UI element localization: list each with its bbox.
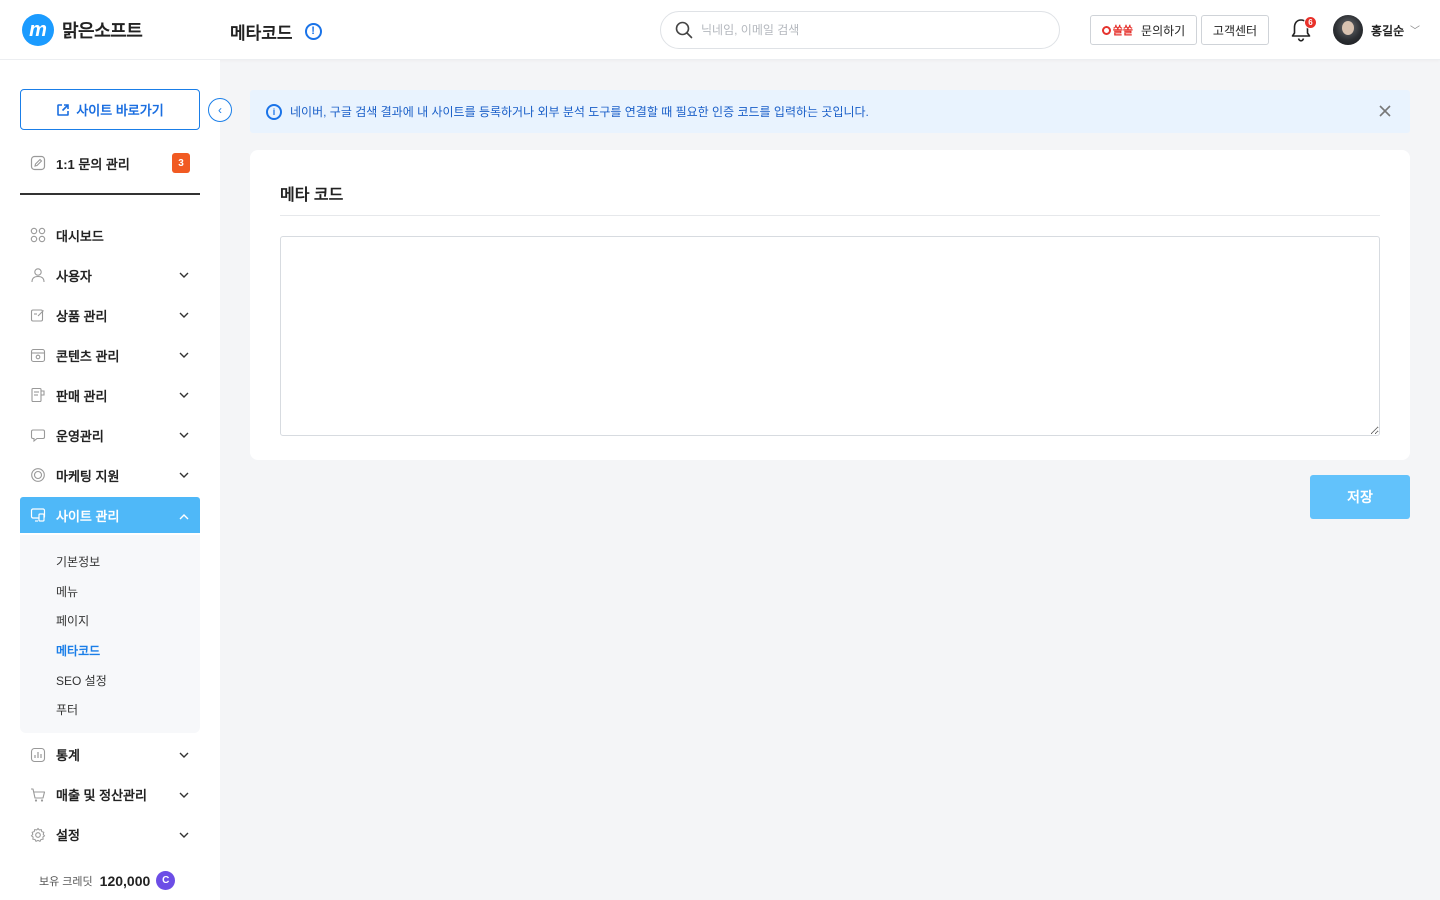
info-icon[interactable]: ! <box>304 23 322 40</box>
sidebar-item-revenue-settlement[interactable]: 매출 및 정산관리 <box>20 775 200 815</box>
sidebar-item-label: 사용자 <box>56 268 92 284</box>
sidebar-item-label: 운영관리 <box>56 428 104 444</box>
logo[interactable]: m 맑은소프트 <box>22 14 143 46</box>
card-title: 메타 코드 <box>280 187 344 204</box>
sidebar-item-products[interactable]: 상품 관리 <box>20 295 200 335</box>
credit-amount: 120,000 <box>99 872 151 889</box>
submenu-footer[interactable]: 푸터 <box>20 695 200 725</box>
inquiry-button[interactable]: 쏠쏠 문의하기 <box>1090 15 1197 45</box>
sidebar-collapse-button[interactable]: ‹ <box>208 98 232 122</box>
chat-icon <box>30 427 46 443</box>
sidebar-divider <box>20 193 200 195</box>
info-icon: i <box>266 103 282 120</box>
support-center-button[interactable]: 고객센터 <box>1201 15 1269 45</box>
search-icon <box>675 21 693 39</box>
sidebar-item-statistics[interactable]: 통계 <box>20 735 200 775</box>
inquiry-button-label: 문의하기 <box>1141 23 1186 38</box>
close-icon[interactable] <box>1376 102 1394 120</box>
logo-mark-icon: m <box>22 14 54 46</box>
chevron-down-icon <box>179 352 189 358</box>
settings-icon <box>30 827 46 843</box>
inquiry-count-badge: 3 <box>172 153 190 173</box>
site-management-submenu: 기본정보 메뉴 페이지 메타코드 SEO 설정 푸터 <box>20 535 200 733</box>
credit-coin-icon: C <box>156 871 176 890</box>
avatar[interactable] <box>1333 15 1363 45</box>
save-button[interactable]: 저장 <box>1310 475 1410 519</box>
pencil-icon <box>30 155 46 171</box>
chevron-down-icon <box>179 792 189 798</box>
info-notice: i 네이버, 구글 검색 결과에 내 사이트를 등록하거나 외부 분석 도구를 … <box>250 90 1410 133</box>
credit-label: 보유 크레딧 <box>39 875 93 888</box>
logo-text: 맑은소프트 <box>62 21 143 41</box>
inquiry-brand: 쏠쏠 <box>1101 22 1133 38</box>
meta-code-textarea[interactable] <box>280 236 1380 436</box>
chevron-down-icon <box>179 272 189 278</box>
notification-badge: 6 <box>1304 16 1317 29</box>
chevron-down-icon <box>179 312 189 318</box>
user-icon <box>30 267 46 283</box>
submenu-page[interactable]: 페이지 <box>20 606 200 636</box>
meta-code-card: 메타 코드 <box>250 150 1410 460</box>
sidebar-item-label: 마케팅 지원 <box>56 468 120 484</box>
sidebar-nav: 대시보드 사용자 상품 관리 콘텐츠 관리 판매 관리 운영관리 마케팅 지원 … <box>20 215 200 855</box>
sidebar-item-marketing[interactable]: 마케팅 지원 <box>20 455 200 495</box>
target-icon <box>30 467 46 483</box>
support-center-label: 고객센터 <box>1212 23 1258 38</box>
sidebar-item-label: 매출 및 정산관리 <box>56 788 147 804</box>
sidebar-item-label: 설정 <box>56 828 80 844</box>
chart-icon <box>30 747 46 763</box>
sidebar-item-settings[interactable]: 설정 <box>20 815 200 855</box>
chevron-down-icon <box>179 752 189 758</box>
sidebar-item-label: 통계 <box>56 748 80 764</box>
sidebar-item-label: 상품 관리 <box>56 308 108 324</box>
sidebar-item-content[interactable]: 콘텐츠 관리 <box>20 335 200 375</box>
cart-icon <box>30 787 46 803</box>
sidebar-item-operations[interactable]: 운영관리 <box>20 415 200 455</box>
chevron-down-icon <box>179 392 189 398</box>
sidebar-item-label: 대시보드 <box>56 228 104 244</box>
submenu-menu[interactable]: 메뉴 <box>20 577 200 607</box>
sidebar: 사이트 바로가기 ‹ 1:1 문의 관리 3 대시보드 사용자 상품 관리 콘텐… <box>0 60 232 900</box>
sidebar-item-label: 1:1 문의 관리 <box>56 156 130 172</box>
monitor-icon <box>30 507 46 523</box>
top-header: m 맑은소프트 메타코드 ! 쏠쏠 문의하기 고객센터 6 홍길순 ﹀ <box>0 0 1440 60</box>
sidebar-item-label: 콘텐츠 관리 <box>56 348 120 364</box>
brand-logo-icon <box>1101 25 1111 35</box>
site-shortcut-button[interactable]: 사이트 바로가기 <box>20 89 200 130</box>
edit-box-icon <box>30 307 46 323</box>
sidebar-item-sales[interactable]: 판매 관리 <box>20 375 200 415</box>
chevron-down-icon <box>179 472 189 478</box>
site-shortcut-label: 사이트 바로가기 <box>76 103 164 118</box>
calendar-icon <box>30 347 46 363</box>
search-input[interactable] <box>701 23 1021 37</box>
sidebar-item-label: 사이트 관리 <box>56 508 120 524</box>
sidebar-item-inquiry[interactable]: 1:1 문의 관리 3 <box>20 147 200 179</box>
submenu-basic-info[interactable]: 기본정보 <box>20 547 200 577</box>
chevron-down-icon[interactable]: ﹀ <box>1410 22 1420 37</box>
credit-balance: 보유 크레딧 120,000 C <box>39 871 176 890</box>
chevron-down-icon <box>179 832 189 838</box>
sidebar-item-site-management[interactable]: 사이트 관리 <box>20 497 200 533</box>
chevron-up-icon <box>179 514 189 520</box>
notice-text: 네이버, 구글 검색 결과에 내 사이트를 등록하거나 외부 분석 도구를 연결… <box>290 105 869 119</box>
submenu-meta-code[interactable]: 메타코드 <box>20 636 200 666</box>
sidebar-item-label: 판매 관리 <box>56 388 108 404</box>
submenu-seo-settings[interactable]: SEO 설정 <box>20 665 200 695</box>
sidebar-item-users[interactable]: 사용자 <box>20 255 200 295</box>
chevron-down-icon <box>179 432 189 438</box>
card-divider <box>280 215 1380 216</box>
search-box <box>660 11 1060 49</box>
grid-icon <box>30 227 46 243</box>
page-title: 메타코드 <box>230 24 293 43</box>
external-link-icon <box>57 103 70 116</box>
page-heading: 메타코드 ! <box>230 19 322 44</box>
username[interactable]: 홍길순 <box>1371 22 1404 39</box>
receipt-icon <box>30 387 46 403</box>
sidebar-item-dashboard[interactable]: 대시보드 <box>20 215 200 255</box>
